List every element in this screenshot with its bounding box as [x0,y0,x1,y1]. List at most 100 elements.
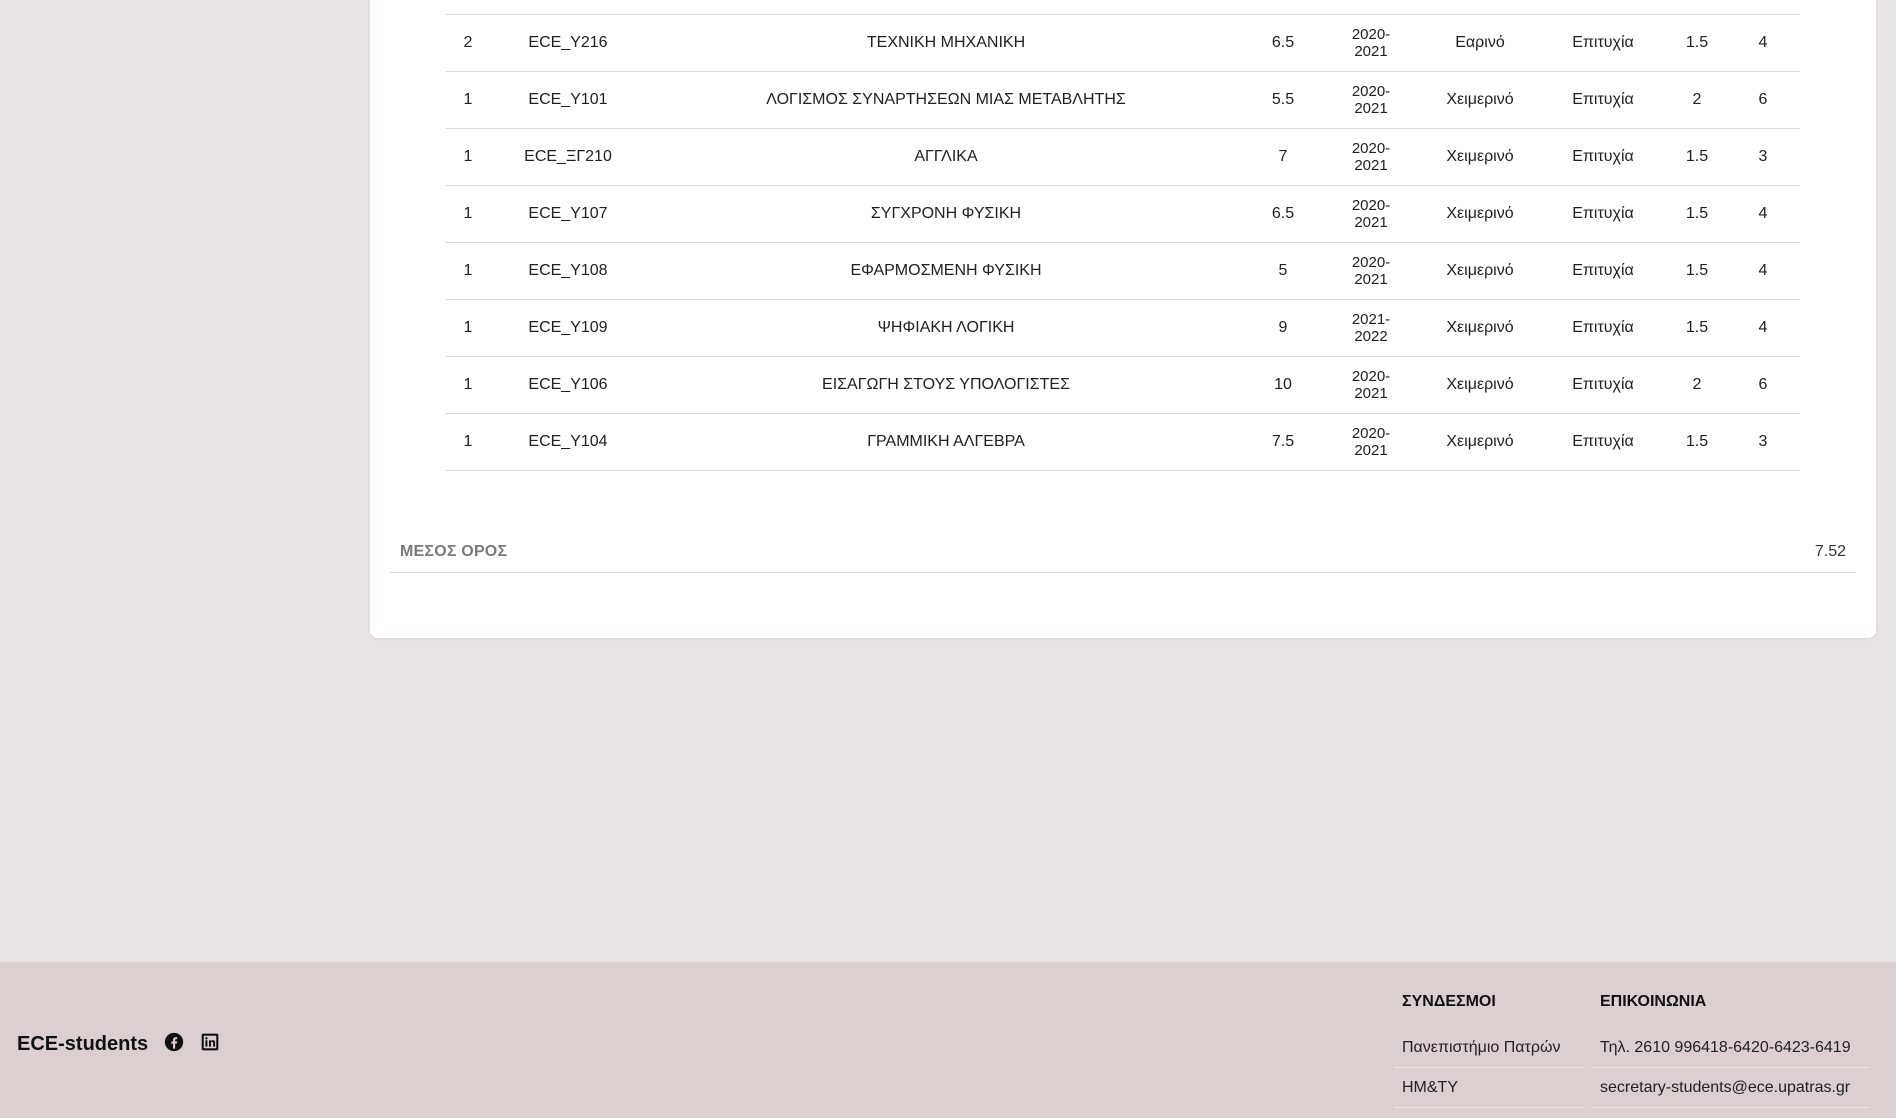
semester-cell: 1 [446,71,490,129]
course-title-cell: ΛΟΓΙΣΜΟΣ ΣΥΝΑΡΤΗΣΕΩΝ ΜΙΑΣ ΜΕΤΑΒΛΗΤΗΣ [646,71,1246,129]
course-code-cell: ECE_Y101 [490,71,646,129]
semester-cell: 1 [446,413,490,471]
brand-name[interactable]: ECE-students [17,1033,148,1056]
result-cell: Επιτυχία [1538,14,1668,72]
course-code-cell: ECE_Y109 [490,299,646,357]
exam-period-cell: Χειμερινό [1422,356,1538,414]
linkedin-icon[interactable] [200,1032,220,1057]
result-cell: Επιτυχία [1538,356,1668,414]
result-cell: Επιτυχία [1538,185,1668,243]
academic-year-part: 2021 [1354,271,1388,288]
semester-cell: 1 [446,128,490,186]
course-title-cell: ΨΗΦΙΑΚΗ ΛΟΓΙΚΗ [646,299,1246,357]
grades-card: 2 ECE_Y216 ΤΕΧΝΙΚΗ ΜΗΧΑΝΙΚΗ 6.5 2020- 2021 Εαρ… [370,0,1876,638]
weight-cell: 1.5 [1668,413,1726,471]
course-code-cell: ECE_Y106 [490,356,646,414]
weight-cell: 1.5 [1668,185,1726,243]
link-department[interactable]: ΗΜ&ΤΥ [1394,1068,1584,1108]
academic-year-part: 2021 [1354,157,1388,174]
course-title-cell: ΕΦΑΡΜΟΣΜΕΝΗ ΦΥΣΙΚΗ [646,242,1246,300]
table-row: 2 ECE_Y216 ΤΕΧΝΙΚΗ ΜΗΧΑΝΙΚΗ 6.5 2020- 2021 Εαρ… [446,14,1800,72]
weight-cell: 1.5 [1668,128,1726,186]
grade-cell: 5 [1246,242,1320,300]
academic-year-cell: 2020- 2021 [1320,356,1422,414]
academic-year-part: 2021 [1354,385,1388,402]
ects-cell: 6 [1726,356,1800,414]
academic-year-cell: 2020- 2021 [1320,128,1422,186]
semester-cell: 1 [446,356,490,414]
exam-period-cell: Χειμερινό [1422,413,1538,471]
page: 2 ECE_Y216 ΤΕΧΝΙΚΗ ΜΗΧΑΝΙΚΗ 6.5 2020- 2021 Εαρ… [0,0,1896,1118]
weight-cell: 2 [1668,71,1726,129]
course-code-cell: ECE_Y104 [490,413,646,471]
footer-brand: ECE-students [17,1032,220,1057]
semester-cell: 1 [446,299,490,357]
grades-table: 2 ECE_Y216 ΤΕΧΝΙΚΗ ΜΗΧΑΝΙΚΗ 6.5 2020- 2021 Εαρ… [446,14,1800,471]
footer-contact: ΕΠΙΚΟΙΝΩΝΙΑ Τηλ. 2610 996418-6420-6423-6… [1592,992,1868,1108]
contact-phone[interactable]: Τηλ. 2610 996418-6420-6423-6419 [1592,1028,1868,1068]
exam-period-cell: Χειμερινό [1422,299,1538,357]
semester-cell: 2 [446,14,490,72]
course-title-cell: ΣΥΓΧΡΟΝΗ ΦΥΣΙΚΗ [646,185,1246,243]
academic-year-part: 2021 [1354,214,1388,231]
ects-cell: 3 [1726,128,1800,186]
footer-links: ΣΥΝΔΕΣΜΟΙ Πανεπιστήμιο Πατρών ΗΜ&ΤΥ [1394,992,1584,1108]
average-row: ΜΕΣΟΣ ΟΡΟΣ 7.52 [390,543,1856,573]
link-university[interactable]: Πανεπιστήμιο Πατρών [1394,1028,1584,1068]
facebook-icon[interactable] [164,1032,184,1057]
academic-year-part: 2020- [1351,26,1391,43]
weight-cell: 1.5 [1668,242,1726,300]
academic-year-part: 2021- [1351,311,1391,328]
result-cell: Επιτυχία [1538,242,1668,300]
academic-year-cell: 2020- 2021 [1320,185,1422,243]
grade-cell: 7 [1246,128,1320,186]
ects-cell: 3 [1726,413,1800,471]
semester-cell: 1 [446,185,490,243]
table-row: 1 ECE_Y101 ΛΟΓΙΣΜΟΣ ΣΥΝΑΡΤΗΣΕΩΝ ΜΙΑΣ ΜΕΤΑΒ… [446,71,1800,129]
academic-year-part: 2020- [1351,425,1391,442]
site-footer: ECE-students ΣΥΝΔΕΣΜΟΙ Πανεπιστήμιο Πατρ… [0,962,1896,1118]
exam-period-cell: Χειμερινό [1422,128,1538,186]
academic-year-cell: 2020- 2021 [1320,14,1422,72]
course-title-cell: ΓΡΑΜΜΙΚΗ ΑΛΓΕΒΡΑ [646,413,1246,471]
average-label: ΜΕΣΟΣ ΟΡΟΣ [400,543,508,560]
grade-cell: 7.5 [1246,413,1320,471]
exam-period-cell: Χειμερινό [1422,71,1538,129]
grade-cell: 6.5 [1246,185,1320,243]
table-row: 1 ECE_Y108 ΕΦΑΡΜΟΣΜΕΝΗ ΦΥΣΙΚΗ 5 2020- 2021 Χει… [446,242,1800,300]
contact-email[interactable]: secretary-students@ece.upatras.gr [1592,1068,1868,1108]
grade-cell: 9 [1246,299,1320,357]
academic-year-part: 2021 [1354,43,1388,60]
grade-cell: 5.5 [1246,71,1320,129]
academic-year-cell: 2021- 2022 [1320,299,1422,357]
course-title-cell: ΑΓΓΛΙΚΑ [646,128,1246,186]
academic-year-cell: 2020- 2021 [1320,413,1422,471]
table-row: 1 ECE_Y109 ΨΗΦΙΑΚΗ ΛΟΓΙΚΗ 9 2021- 2022 Χειμερι… [446,299,1800,357]
result-cell: Επιτυχία [1538,128,1668,186]
grade-cell: 6.5 [1246,14,1320,72]
ects-cell: 4 [1726,185,1800,243]
ects-cell: 4 [1726,14,1800,72]
academic-year-part: 2020- [1351,140,1391,157]
table-row: 1 ECE_Y106 ΕΙΣΑΓΩΓΗ ΣΤΟΥΣ ΥΠΟΛΟΓΙΣΤΕΣ 10 202… [446,356,1800,414]
grades-table-body: 2 ECE_Y216 ΤΕΧΝΙΚΗ ΜΗΧΑΝΙΚΗ 6.5 2020- 2021 Εαρ… [446,14,1800,471]
table-row: 1 ECE_ΞΓ210 ΑΓΓΛΙΚΑ 7 2020- 2021 Χειμερινό Επιτ… [446,128,1800,186]
average-value: 7.52 [1814,543,1846,560]
academic-year-part: 2021 [1354,442,1388,459]
semester-cell: 1 [446,242,490,300]
academic-year-cell: 2020- 2021 [1320,71,1422,129]
ects-cell: 4 [1726,299,1800,357]
result-cell: Επιτυχία [1538,413,1668,471]
table-row: 1 ECE_Y104 ΓΡΑΜΜΙΚΗ ΑΛΓΕΒΡΑ 7.5 2020- 2021 Χει… [446,413,1800,471]
academic-year-cell: 2020- 2021 [1320,242,1422,300]
weight-cell: 1.5 [1668,14,1726,72]
academic-year-part: 2022 [1354,328,1388,345]
academic-year-part: 2020- [1351,254,1391,271]
course-code-cell: ECE_Y216 [490,14,646,72]
academic-year-part: 2020- [1351,83,1391,100]
exam-period-cell: Χειμερινό [1422,185,1538,243]
academic-year-part: 2021 [1354,100,1388,117]
course-title-cell: ΤΕΧΝΙΚΗ ΜΗΧΑΝΙΚΗ [646,14,1246,72]
course-code-cell: ECE_Y108 [490,242,646,300]
result-cell: Επιτυχία [1538,299,1668,357]
